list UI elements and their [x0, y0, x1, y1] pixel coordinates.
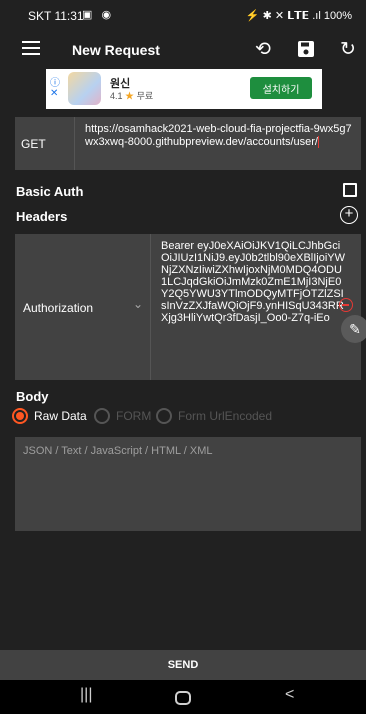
headers-label: Headers: [16, 209, 68, 224]
divider: [150, 234, 151, 380]
system-nav-bar: ||| <: [0, 680, 366, 714]
form-radio[interactable]: [94, 408, 110, 424]
save-icon[interactable]: [293, 36, 319, 62]
edit-icon[interactable]: ✎: [341, 315, 366, 343]
app-bar: New Request ⟲ ↻: [0, 30, 366, 70]
history-icon[interactable]: ⟲: [250, 36, 276, 62]
add-header-icon[interactable]: +: [340, 206, 358, 224]
ad-close-icon[interactable]: ✕: [50, 89, 60, 99]
install-button[interactable]: 설치하기: [250, 77, 312, 99]
status-time: SKT 11:31: [28, 9, 84, 23]
ad-meta: 4.1 ★ 무료: [110, 91, 154, 101]
header-key-select[interactable]: Authorization: [23, 301, 93, 315]
recent-apps-icon[interactable]: |||: [80, 686, 92, 704]
star-icon: ★: [125, 91, 135, 101]
home-icon[interactable]: [175, 691, 191, 705]
ad-banner[interactable]: ⓘ ✕ 원신 4.1 ★ 무료 설치하기: [46, 69, 322, 109]
form-urlencoded-radio[interactable]: [156, 408, 172, 424]
form-label[interactable]: FORM: [116, 409, 151, 423]
menu-icon[interactable]: [22, 41, 40, 55]
header-value-input[interactable]: Bearer eyJ0eXAiOiJKV1QiLCJhbGciOiJIUzI1N…: [161, 240, 346, 324]
ad-info-icon[interactable]: ⓘ ✕: [50, 79, 60, 99]
ad-app-icon: [68, 72, 101, 105]
raw-data-label[interactable]: Raw Data: [34, 409, 87, 423]
back-icon[interactable]: <: [285, 686, 294, 704]
basic-auth-label: Basic Auth: [16, 184, 84, 199]
remove-header-icon[interactable]: [339, 298, 353, 312]
send-button[interactable]: SEND: [0, 650, 366, 680]
status-right: ⚡ ✱ ✕ 𝗟𝗧𝗘 .ıl 100%: [245, 10, 352, 22]
notification-icons: ▣ ◉: [82, 9, 115, 21]
method-select[interactable]: GET: [15, 117, 75, 170]
status-bar: SKT 11:31 ▣ ◉ ⚡ ✱ ✕ 𝗟𝗧𝗘 .ıl 100%: [0, 0, 366, 30]
chevron-down-icon[interactable]: ⌄: [133, 297, 143, 311]
body-textarea[interactable]: [15, 437, 361, 531]
body-input-container: [15, 437, 361, 531]
request-url-row: GET https://osamhack2021-web-cloud-fia-p…: [15, 117, 361, 170]
body-label: Body: [16, 389, 49, 404]
url-input[interactable]: https://osamhack2021-web-cloud-fia-proje…: [85, 123, 357, 149]
raw-data-radio[interactable]: [12, 408, 28, 424]
page-title: New Request: [72, 42, 160, 58]
basic-auth-checkbox[interactable]: [343, 183, 357, 197]
header-row: Authorization ⌄ Bearer eyJ0eXAiOiJKV1QiL…: [15, 234, 361, 380]
form-urlencoded-label[interactable]: Form UrlEncoded: [178, 409, 272, 423]
refresh-icon[interactable]: ↻: [335, 36, 361, 62]
text-cursor: [317, 136, 319, 149]
